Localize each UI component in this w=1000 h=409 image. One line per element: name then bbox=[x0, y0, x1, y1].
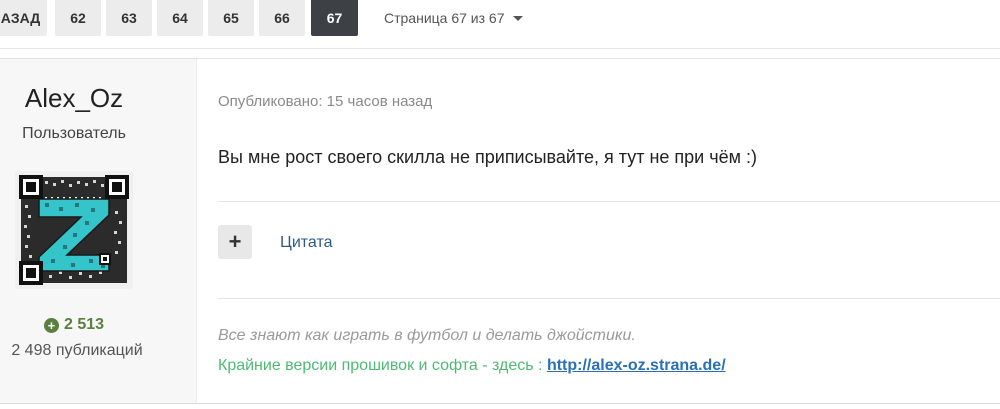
post-body: Вы мне рост своего скилла не приписывайт… bbox=[218, 147, 757, 167]
author-role: Пользователь bbox=[22, 125, 126, 142]
page-number: 63 bbox=[121, 10, 137, 26]
qr-avatar-image bbox=[15, 171, 133, 289]
page-number: 64 bbox=[172, 10, 188, 26]
post-timestamp[interactable]: Опубликовано: 15 часов назад bbox=[218, 93, 432, 110]
publications-count: 2 498 публикаций bbox=[11, 342, 143, 359]
page: АЗАД 62 63 64 65 66 67 Страница 67 из 67… bbox=[0, 0, 1000, 409]
reputation-badge[interactable]: + 2 513 bbox=[0, 316, 148, 334]
signature-text: Крайние версии прошивок и софта - здесь … bbox=[218, 357, 547, 374]
page-button-67-active[interactable]: 67 bbox=[311, 0, 358, 36]
post-content: Опубликовано: 15 часов назад Вы мне рост… bbox=[196, 59, 1000, 403]
quote-button[interactable]: Цитата bbox=[280, 234, 333, 252]
page-info-text: Страница 67 из 67 bbox=[384, 10, 505, 26]
signature-line: Все знают как играть в футбол и делать д… bbox=[218, 327, 636, 344]
signature-line: Крайние версии прошивок и софта - здесь … bbox=[218, 357, 726, 375]
page-number: 66 bbox=[274, 10, 290, 26]
page-number: 67 bbox=[326, 10, 343, 26]
page-number: 62 bbox=[70, 10, 86, 26]
plus-circle-icon: + bbox=[43, 317, 59, 333]
plus-icon: + bbox=[228, 229, 242, 254]
page-number: 65 bbox=[223, 10, 239, 26]
prev-page-button[interactable]: АЗАД bbox=[0, 0, 47, 36]
pagination-bar: АЗАД 62 63 64 65 66 67 Страница 67 из 67 bbox=[0, 0, 1000, 49]
divider bbox=[218, 298, 1000, 299]
avatar[interactable] bbox=[15, 171, 133, 289]
page-button-63[interactable]: 63 bbox=[106, 0, 152, 36]
multiquote-button[interactable]: + bbox=[218, 225, 252, 259]
page-button-62[interactable]: 62 bbox=[55, 0, 101, 36]
page-button-64[interactable]: 64 bbox=[157, 0, 203, 36]
forum-post: Alex_Oz Пользователь + 2 513 2 498 публи… bbox=[0, 58, 1000, 404]
author-panel: Alex_Oz Пользователь + 2 513 2 498 публи… bbox=[0, 59, 197, 403]
page-button-66[interactable]: 66 bbox=[259, 0, 305, 36]
prev-page-label: АЗАД bbox=[0, 10, 41, 26]
signature-link[interactable]: http://alex-oz.strana.de/ bbox=[547, 357, 726, 374]
page-jump-dropdown[interactable]: Страница 67 из 67 bbox=[384, 0, 523, 36]
author-name[interactable]: Alex_Oz bbox=[0, 83, 148, 114]
page-button-65[interactable]: 65 bbox=[208, 0, 254, 36]
divider bbox=[218, 201, 1000, 202]
reputation-value: 2 513 bbox=[63, 316, 105, 333]
caret-down-icon bbox=[512, 15, 523, 21]
